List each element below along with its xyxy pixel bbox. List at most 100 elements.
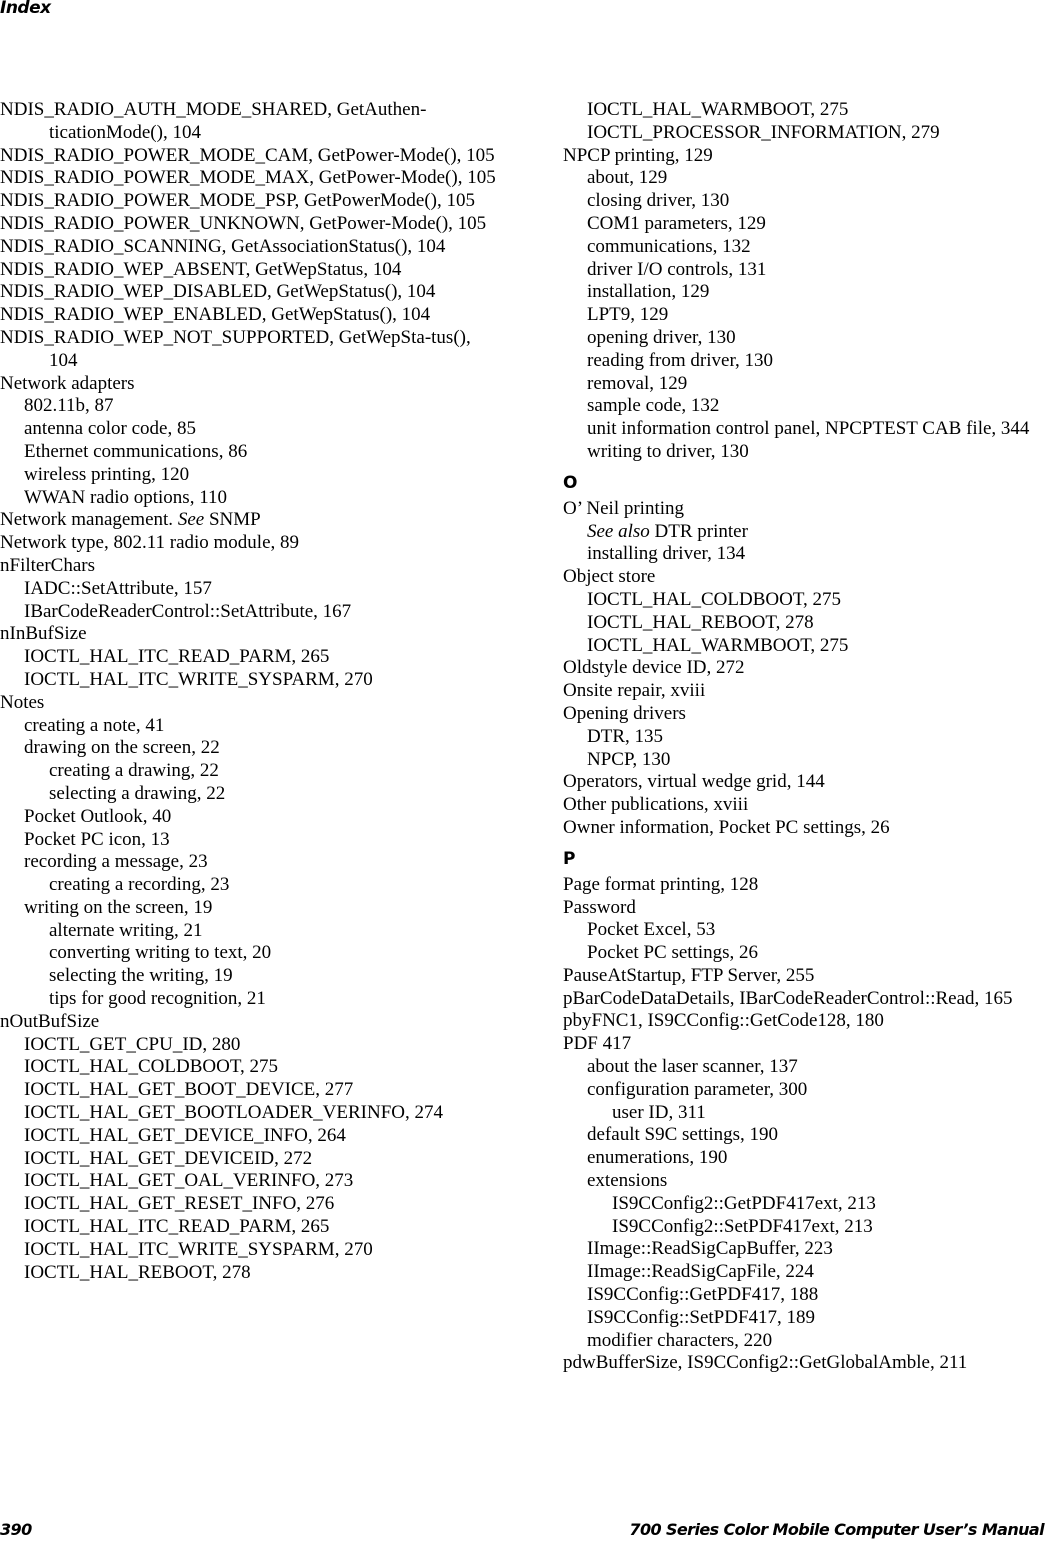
index-entry: Oldstyle device ID, 272: [563, 657, 745, 679]
index-entry: pbyFNC1, IS9CConfig::GetCode128, 180: [563, 1010, 884, 1032]
index-entry: PauseAtStartup, FTP Server, 255: [563, 964, 815, 986]
index-subentry: writing to driver, 130: [587, 440, 749, 462]
index-subentry: recording a message, 23: [24, 851, 208, 873]
index-subentry: See also DTR printer: [563, 521, 1046, 544]
index-subentry: IOCTL_HAL_ITC_WRITE_SYSPARM, 270: [24, 668, 373, 690]
index-subsubentry: IS9CConfig2::SetPDF417ext, 213: [612, 1215, 873, 1237]
index-subentry: NPCP, 130: [587, 748, 671, 770]
index-subentry: IOCTL_HAL_WARMBOOT, 275: [587, 634, 849, 656]
index-subentry: IBarCodeReaderControl::SetAttribute, 167: [24, 600, 352, 622]
index-subentry: Pocket Outlook, 40: [24, 805, 172, 827]
index-entry: Network management. See SNMP: [0, 509, 500, 532]
index-entry: Password: [563, 896, 636, 918]
index-subsubentry: tips for good recognition, 21: [49, 988, 266, 1010]
index-subentry: enumerations, 190: [587, 1147, 728, 1169]
index-column-left: NDIS_RADIO_AUTH_MODE_SHARED, GetAuthen-t…: [0, 99, 500, 1284]
index-subentry: modifier characters, 220: [587, 1329, 773, 1351]
index-subentry: Ethernet communications, 86: [24, 440, 248, 462]
index-entry: NDIS_RADIO_SCANNING, GetAssociationStatu…: [0, 235, 446, 257]
index-entry: Page format printing, 128: [563, 873, 759, 895]
index-entry: pdwBufferSize, IS9CConfig2::GetGlobalAmb…: [563, 1352, 968, 1374]
index-entry: Owner information, Pocket PC settings, 2…: [563, 816, 890, 838]
index-entry: Network type, 802.11 radio module, 89: [0, 532, 300, 554]
index-entry: O’ Neil printing: [563, 497, 685, 519]
index-entry: Network adapters: [0, 372, 135, 394]
index-subentry: Pocket PC settings, 26: [587, 942, 759, 964]
index-subentry: creating a note, 41: [24, 714, 165, 736]
index-subentry: configuration parameter, 300: [587, 1078, 808, 1100]
index-subentry: IOCTL_HAL_GET_DEVICEID, 272: [24, 1147, 313, 1169]
manual-title: 700 Series Color Mobile Computer User’s …: [629, 1520, 1044, 1539]
index-subentry: removal, 129: [587, 372, 688, 394]
index-subentry: Pocket Excel, 53: [587, 919, 716, 941]
index-entry: Object store: [563, 566, 656, 588]
index-subentry: antenna color code, 85: [24, 418, 196, 440]
index-subentry: IOCTL_HAL_GET_OAL_VERINFO, 273: [24, 1170, 354, 1192]
index-entry: Other publications, xviii: [563, 794, 749, 816]
index-subsubentry: user ID, 311: [612, 1101, 706, 1123]
index-entry: NDIS_RADIO_POWER_MODE_PSP, GetPowerMode(…: [0, 190, 475, 212]
index-entry: NDIS_RADIO_AUTH_MODE_SHARED, GetAuthen-t…: [0, 99, 427, 143]
index-subentry: default S9C settings, 190: [587, 1124, 779, 1146]
index-subentry: communications, 132: [587, 235, 751, 257]
index-subentry: IOCTL_HAL_GET_DEVICE_INFO, 264: [24, 1124, 346, 1146]
index-entry: Onsite repair, xviii: [563, 680, 706, 702]
index-subentry: about, 129: [587, 167, 668, 189]
index-entry: NDIS_RADIO_POWER_MODE_CAM, GetPower-Mode…: [0, 144, 495, 166]
running-head: Index: [0, 0, 51, 18]
index-subsubentry: creating a drawing, 22: [49, 760, 219, 782]
index-subentry: installation, 129: [587, 281, 710, 303]
index-subentry: driver I/O controls, 131: [587, 258, 767, 280]
index-subentry: closing driver, 130: [587, 190, 730, 212]
index-subentry: drawing on the screen, 22: [24, 737, 220, 759]
index-subentry: extensions: [587, 1170, 668, 1192]
index-subentry: COM1 parameters, 129: [587, 212, 766, 234]
index-subentry: installing driver, 134: [587, 543, 746, 565]
index-letter-heading: O: [563, 472, 578, 493]
index-subentry: IOCTL_HAL_WARMBOOT, 275: [587, 99, 849, 120]
index-subentry: writing on the screen, 19: [24, 896, 213, 918]
index-entry: nFilterChars: [0, 554, 95, 576]
entry-text: Network management.: [0, 509, 178, 531]
index-entry: Operators, virtual wedge grid, 144: [563, 771, 825, 793]
index-subsubentry: creating a recording, 23: [49, 874, 230, 896]
index-subentry: unit information control panel, NPCPTEST…: [587, 418, 1030, 440]
index-subsubentry: alternate writing, 21: [49, 919, 203, 941]
index-subentry: IImage::ReadSigCapFile, 224: [587, 1261, 814, 1283]
index-subentry: IOCTL_HAL_ITC_READ_PARM, 265: [24, 1216, 330, 1238]
index-entry: NDIS_RADIO_POWER_UNKNOWN, GetPower-Mode(…: [0, 212, 487, 234]
index-entry: PDF 417: [563, 1033, 632, 1055]
index-entry: nOutBufSize: [0, 1010, 100, 1032]
index-entry: NDIS_RADIO_WEP_ABSENT, GetWepStatus, 104: [0, 258, 402, 280]
index-entry: NDIS_RADIO_POWER_MODE_MAX, GetPower-Mode…: [0, 167, 496, 189]
index-subentry: IOCTL_GET_CPU_ID, 280: [24, 1033, 241, 1055]
index-subentry: IS9CConfig::GetPDF417, 188: [587, 1284, 819, 1306]
index-letter-heading: P: [563, 848, 576, 869]
index-subentry: Pocket PC icon, 13: [24, 828, 170, 850]
index-entry: nInBufSize: [0, 623, 87, 645]
index-subentry: IADC::SetAttribute, 157: [24, 577, 212, 599]
index-subentry: sample code, 132: [587, 395, 720, 417]
index-subentry: IOCTL_HAL_REBOOT, 278: [24, 1261, 251, 1283]
index-subentry: IOCTL_HAL_ITC_WRITE_SYSPARM, 270: [24, 1238, 373, 1260]
index-entry: pBarCodeDataDetails, IBarCodeReaderContr…: [563, 987, 1013, 1009]
index-subentry: IOCTL_HAL_GET_BOOTLOADER_VERINFO, 274: [24, 1102, 444, 1124]
index-entry: Notes: [0, 691, 45, 713]
see-target: DTR printer: [649, 520, 748, 542]
index-entry: Opening drivers: [563, 702, 686, 724]
index-subentry: about the laser scanner, 137: [587, 1056, 798, 1078]
index-entry: NDIS_RADIO_WEP_NOT_SUPPORTED, GetWepSta-…: [0, 326, 471, 371]
index-entry: NPCP printing, 129: [563, 144, 713, 166]
index-subentry: IImage::ReadSigCapBuffer, 223: [587, 1238, 833, 1260]
index-subentry: 802.11b, 87: [24, 395, 114, 417]
page-number: 390: [0, 1520, 32, 1539]
index-subentry: WWAN radio options, 110: [24, 486, 227, 508]
see-reference: See: [177, 509, 205, 531]
index-subentry: IOCTL_HAL_COLDBOOT, 275: [24, 1056, 279, 1078]
index-subentry: IOCTL_HAL_GET_RESET_INFO, 276: [24, 1193, 335, 1215]
index-subentry: reading from driver, 130: [587, 349, 774, 371]
index-subsubentry: selecting a drawing, 22: [49, 782, 226, 804]
index-subentry: IOCTL_HAL_ITC_READ_PARM, 265: [24, 646, 330, 668]
index-subentry: wireless printing, 120: [24, 463, 190, 485]
index-entry: NDIS_RADIO_WEP_DISABLED, GetWepStatus(),…: [0, 281, 436, 303]
